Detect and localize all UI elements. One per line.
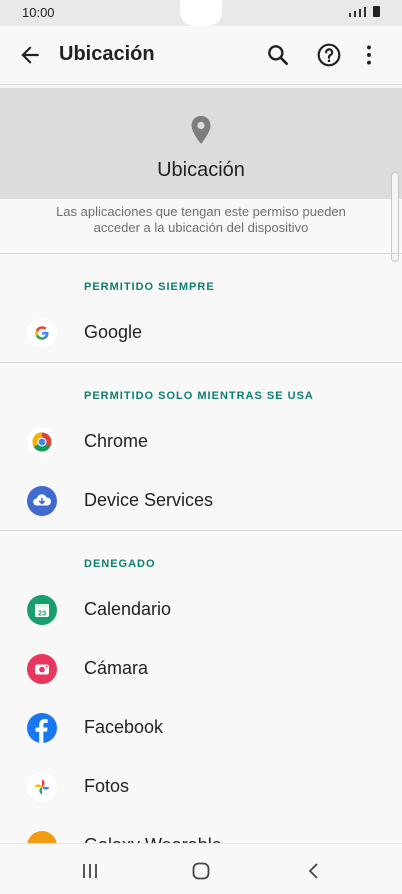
app-row-fotos[interactable]: Fotos [0, 758, 402, 816]
facebook-icon [27, 713, 57, 743]
scrollbar[interactable] [391, 172, 399, 262]
app-label: Facebook [84, 717, 164, 737]
navigation-bar [0, 843, 402, 894]
permission-description: Las aplicaciones que tengan este permiso… [56, 204, 346, 235]
divider [0, 362, 402, 363]
svg-text:23: 23 [38, 609, 46, 618]
status-bar: 10:00 [0, 0, 402, 26]
app-row-facebook[interactable]: Facebook [0, 699, 402, 757]
location-pin-icon [191, 116, 211, 144]
back-button[interactable] [17, 42, 43, 68]
app-label: Google [84, 322, 143, 342]
section-header-denied: DENEGADO [84, 558, 156, 570]
page-title: Ubicación [59, 43, 155, 65]
camera-icon [27, 654, 57, 684]
signal-bar-icon [364, 7, 366, 17]
permission-title: Ubicación [157, 159, 245, 181]
chevron-left-icon [308, 863, 318, 879]
app-row-calendario[interactable]: 23 Calendario [0, 581, 402, 639]
more-options-button[interactable] [356, 42, 382, 68]
permission-header: Ubicación [0, 88, 402, 199]
google-icon [27, 318, 57, 348]
battery-icon [373, 6, 380, 17]
signal-bar-icon [349, 13, 351, 17]
status-time: 10:00 [22, 5, 55, 20]
app-label: Chrome [84, 431, 149, 451]
divider [0, 253, 402, 254]
signal-bar-icon [354, 11, 356, 17]
calendar-icon: 23 [27, 595, 57, 625]
app-row-device-services[interactable]: Device Services [0, 472, 402, 530]
recent-apps-icon [83, 864, 97, 878]
app-label: Device Services [84, 490, 214, 510]
section-header-allowed-while-in-use: PERMITIDO SOLO MIENTRAS SE USA [84, 390, 314, 402]
signal-bar-icon [359, 9, 361, 17]
arrow-back-icon [21, 46, 39, 64]
search-icon [268, 45, 288, 65]
photos-icon [27, 772, 57, 802]
app-row-chrome[interactable]: Chrome [0, 413, 402, 471]
app-row-camara[interactable]: Cámara [0, 640, 402, 698]
search-button[interactable] [265, 42, 291, 68]
recent-apps-button[interactable] [78, 859, 102, 883]
home-button[interactable] [189, 859, 213, 883]
home-icon [192, 862, 210, 880]
camera-notch [180, 0, 222, 26]
cloud-download-icon [27, 486, 57, 516]
app-label: Calendario [84, 599, 172, 619]
chrome-icon [27, 427, 57, 457]
help-button[interactable] [316, 42, 342, 68]
section-header-allowed-always: PERMITIDO SIEMPRE [84, 281, 215, 293]
app-row-google[interactable]: Google [0, 304, 402, 362]
app-bar: Ubicación [0, 26, 402, 85]
app-label: Cámara [84, 658, 149, 678]
more-vert-icon [367, 45, 371, 65]
status-icons [349, 6, 380, 17]
divider [0, 530, 402, 531]
help-icon [317, 43, 341, 67]
app-label: Fotos [84, 776, 130, 796]
back-nav-button[interactable] [302, 859, 326, 883]
